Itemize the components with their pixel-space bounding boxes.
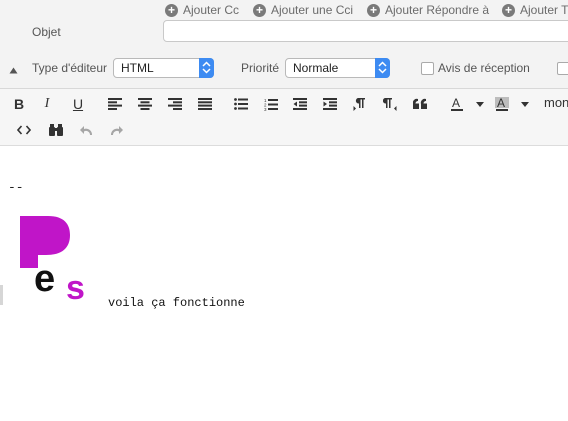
priority-select[interactable]: Normale — [285, 58, 390, 78]
add-reply-to-link[interactable]: + Ajouter Répondre à — [367, 2, 489, 18]
code-icon — [17, 125, 31, 135]
add-reply-to-label: Ajouter Répondre à — [385, 3, 490, 17]
redo-icon — [110, 125, 123, 135]
outdent-icon — [293, 98, 307, 110]
add-bcc-link[interactable]: + Ajouter une Cci — [253, 2, 353, 18]
background-color-button[interactable]: A — [492, 94, 512, 114]
bullet-list-button[interactable] — [231, 94, 251, 114]
plus-circle-icon: + — [165, 3, 178, 17]
svg-text:A: A — [497, 96, 505, 110]
editor-type-value: HTML — [121, 61, 154, 75]
add-recipient-row: + Ajouter Cc + Ajouter une Cci + Ajouter… — [0, 0, 568, 20]
svg-text:s: s — [66, 269, 85, 302]
editor-toolbar: B I U 123 A A mon — [0, 89, 568, 146]
editor-type-label: Type d'éditeur — [32, 61, 108, 75]
add-cc-label: Ajouter Cc — [183, 3, 240, 17]
priority-value: Normale — [293, 61, 339, 75]
message-body-editor[interactable]: -- e s voila ça fonctionne — [0, 146, 568, 421]
caret-down-icon — [476, 101, 484, 107]
align-left-icon — [108, 98, 122, 110]
svg-text:3: 3 — [264, 107, 267, 111]
extra-option-checkbox[interactable] — [557, 62, 568, 75]
message-body-text: voila ça fonctionne — [108, 296, 245, 310]
background-color-icon: A — [495, 96, 509, 111]
italic-button[interactable]: I — [37, 94, 57, 114]
align-right-button[interactable] — [165, 94, 185, 114]
align-left-button[interactable] — [105, 94, 125, 114]
background-color-dropdown[interactable] — [515, 94, 535, 114]
indent-icon — [323, 98, 337, 110]
message-header: + Ajouter Cc + Ajouter une Cci + Ajouter… — [0, 0, 568, 89]
svg-text:A: A — [452, 96, 460, 110]
subject-label: Objet — [32, 25, 61, 39]
add-bcc-label: Ajouter une Cci — [271, 3, 354, 17]
plus-circle-icon: + — [502, 3, 515, 17]
ltr-button[interactable] — [350, 94, 370, 114]
add-followup-link[interactable]: + Ajouter T — [502, 2, 568, 18]
plus-circle-icon: + — [367, 3, 380, 17]
bold-button[interactable]: B — [9, 94, 29, 114]
caret-down-icon — [521, 101, 529, 107]
editor-type-select[interactable]: HTML — [113, 58, 214, 78]
add-followup-label: Ajouter T — [520, 3, 568, 17]
underline-button[interactable]: U — [68, 94, 88, 114]
signature-separator: -- — [8, 180, 24, 195]
svg-text:e: e — [34, 258, 55, 300]
add-cc-link[interactable]: + Ajouter Cc — [165, 2, 239, 18]
undo-button[interactable] — [76, 120, 96, 140]
window-edge — [0, 285, 3, 305]
select-arrows-icon — [199, 58, 214, 78]
align-center-button[interactable] — [135, 94, 155, 114]
plus-circle-icon: + — [253, 3, 266, 17]
blockquote-button[interactable] — [410, 94, 430, 114]
rtl-button[interactable] — [380, 94, 400, 114]
text-color-icon: A — [451, 96, 463, 111]
quote-icon — [412, 98, 427, 109]
source-code-button[interactable] — [14, 120, 34, 140]
subject-input[interactable] — [163, 20, 568, 42]
indent-button[interactable] — [320, 94, 340, 114]
bullet-list-icon — [234, 98, 248, 110]
undo-icon — [79, 125, 92, 135]
paragraph-rtl-icon — [383, 98, 397, 111]
receipt-checkbox[interactable] — [421, 62, 434, 75]
find-replace-button[interactable] — [46, 120, 66, 140]
text-color-button[interactable]: A — [447, 94, 467, 114]
numbered-list-icon: 123 — [264, 98, 278, 111]
receipt-label: Avis de réception — [438, 61, 530, 75]
outdent-button[interactable] — [290, 94, 310, 114]
redo-button[interactable] — [106, 120, 126, 140]
numbered-list-button[interactable]: 123 — [261, 94, 281, 114]
text-color-dropdown[interactable] — [470, 94, 490, 114]
justify-icon — [198, 98, 212, 110]
justify-button[interactable] — [195, 94, 215, 114]
signature-logo: e s — [20, 216, 85, 302]
select-arrows-icon — [375, 58, 390, 78]
paragraph-ltr-icon — [353, 98, 365, 111]
align-right-icon — [168, 98, 182, 110]
font-family-dropdown[interactable]: mon — [544, 95, 568, 110]
align-center-icon — [138, 98, 152, 110]
collapse-arrow-icon[interactable] — [9, 66, 18, 75]
binoculars-icon — [49, 124, 63, 136]
priority-label: Priorité — [241, 61, 280, 75]
